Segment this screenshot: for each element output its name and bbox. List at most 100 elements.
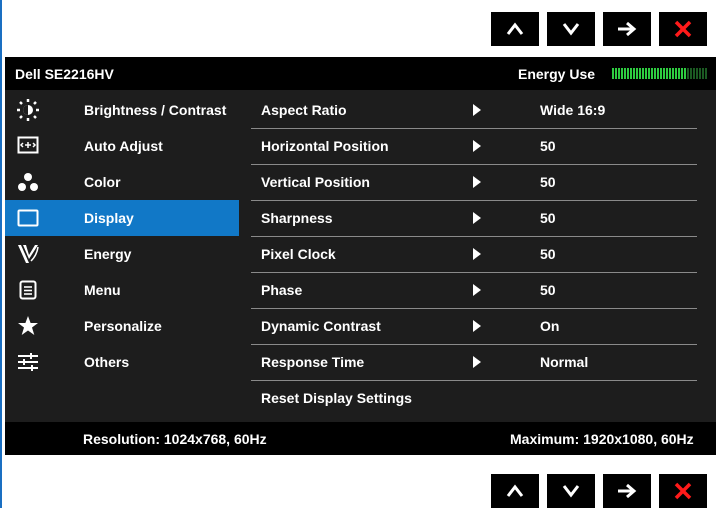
setting-dynamic-contrast[interactable]: Dynamic Contrast On	[251, 308, 697, 345]
submenu-arrow-icon	[473, 248, 481, 260]
energy-segment	[696, 68, 698, 79]
energy-segment	[678, 68, 680, 79]
maximum-resolution: Maximum: 1920x1080, 60Hz	[510, 431, 694, 447]
menu-label: Menu	[84, 282, 121, 298]
right-arrow-icon	[618, 483, 637, 499]
setting-response-time[interactable]: Response Time Normal	[251, 344, 697, 381]
submenu-arrow-icon	[473, 140, 481, 152]
up-button[interactable]	[491, 12, 539, 46]
close-icon	[674, 482, 692, 500]
energy-segment	[660, 68, 662, 79]
energy-segment	[687, 68, 689, 79]
setting-name: Response Time	[261, 354, 365, 370]
setting-name: Aspect Ratio	[261, 102, 347, 118]
enter-button[interactable]	[603, 474, 651, 508]
submenu-arrow-icon	[473, 356, 481, 368]
energy-segment	[639, 68, 641, 79]
menu-label: Personalize	[84, 318, 162, 334]
setting-pixel-clock[interactable]: Pixel Clock 50	[251, 236, 697, 273]
setting-name: Pixel Clock	[261, 246, 336, 262]
energy-segment	[636, 68, 638, 79]
energy-icon	[17, 243, 39, 265]
energy-segment	[669, 68, 671, 79]
menu-item-others[interactable]: Others	[5, 344, 239, 380]
energy-segment	[612, 68, 614, 79]
exit-button[interactable]	[659, 12, 707, 46]
setting-name: Horizontal Position	[261, 138, 389, 154]
setting-phase[interactable]: Phase 50	[251, 272, 697, 309]
osd-buttons-bottom	[491, 474, 707, 508]
up-icon	[506, 484, 524, 497]
energy-segment	[672, 68, 674, 79]
menu-item-energy[interactable]: Energy	[5, 236, 239, 272]
setting-name: Sharpness	[261, 210, 333, 226]
display-icon	[17, 207, 39, 229]
title-bar: Dell SE2216HV Energy Use	[5, 57, 716, 90]
energy-segment	[633, 68, 635, 79]
submenu-arrow-icon	[473, 212, 481, 224]
energy-segment	[642, 68, 644, 79]
setting-name: Reset Display Settings	[261, 390, 412, 406]
menu-item-color[interactable]: Color	[5, 164, 239, 200]
menu-label: Others	[84, 354, 130, 370]
setting-value: 50	[540, 246, 556, 262]
energy-segment	[627, 68, 629, 79]
status-footer: Resolution: 1024x768, 60Hz Maximum: 1920…	[5, 422, 716, 455]
brightness-icon	[17, 99, 39, 121]
submenu-arrow-icon	[473, 284, 481, 296]
submenu-arrow-icon	[473, 176, 481, 188]
menu-icon	[17, 279, 39, 301]
energy-use-label: Energy Use	[518, 66, 596, 82]
submenu-arrow-icon	[473, 320, 481, 332]
down-button[interactable]	[547, 474, 595, 508]
star-icon	[17, 315, 39, 337]
exit-button[interactable]	[659, 474, 707, 508]
close-icon	[674, 20, 692, 38]
energy-segment	[675, 68, 677, 79]
color-icon	[17, 171, 39, 193]
current-resolution: Resolution: 1024x768, 60Hz	[83, 431, 267, 447]
setting-name: Vertical Position	[261, 174, 370, 190]
setting-sharpness[interactable]: Sharpness 50	[251, 200, 697, 237]
model-name: Dell SE2216HV	[15, 66, 114, 82]
setting-aspect-ratio[interactable]: Aspect Ratio Wide 16:9	[251, 92, 697, 129]
energy-segment	[699, 68, 701, 79]
energy-segment	[648, 68, 650, 79]
energy-segment	[681, 68, 683, 79]
energy-segment	[624, 68, 626, 79]
window-border	[0, 0, 2, 508]
enter-button[interactable]	[603, 12, 651, 46]
energy-segment	[645, 68, 647, 79]
energy-segment	[657, 68, 659, 79]
sliders-icon	[17, 351, 39, 373]
setting-value: Wide 16:9	[540, 102, 606, 118]
auto-adjust-icon	[17, 135, 39, 157]
menu-label: Brightness / Contrast	[84, 102, 227, 118]
energy-segment	[693, 68, 695, 79]
setting-value: 50	[540, 210, 556, 226]
down-icon	[562, 485, 580, 498]
up-button[interactable]	[491, 474, 539, 508]
menu-item-personalize[interactable]: Personalize	[5, 308, 239, 344]
setting-horizontal-position[interactable]: Horizontal Position 50	[251, 128, 697, 165]
energy-segment	[654, 68, 656, 79]
setting-vertical-position[interactable]: Vertical Position 50	[251, 164, 697, 201]
menu-item-display[interactable]: Display	[5, 200, 239, 236]
menu-item-brightness-contrast[interactable]: Brightness / Contrast	[5, 92, 239, 128]
menu-label: Display	[84, 210, 134, 226]
energy-segment	[666, 68, 668, 79]
setting-name: Dynamic Contrast	[261, 318, 381, 334]
menu-item-auto-adjust[interactable]: Auto Adjust	[5, 128, 239, 164]
energy-segment	[618, 68, 620, 79]
energy-segment	[663, 68, 665, 79]
menu-label: Auto Adjust	[84, 138, 163, 154]
menu-item-menu[interactable]: Menu	[5, 272, 239, 308]
osd-buttons-top	[491, 12, 707, 46]
menu-label: Energy	[84, 246, 132, 262]
setting-reset-display-settings[interactable]: Reset Display Settings	[251, 380, 697, 416]
right-arrow-icon	[618, 21, 637, 37]
setting-name: Phase	[261, 282, 303, 298]
down-button[interactable]	[547, 12, 595, 46]
energy-segment	[690, 68, 692, 79]
energy-segment	[684, 68, 686, 79]
